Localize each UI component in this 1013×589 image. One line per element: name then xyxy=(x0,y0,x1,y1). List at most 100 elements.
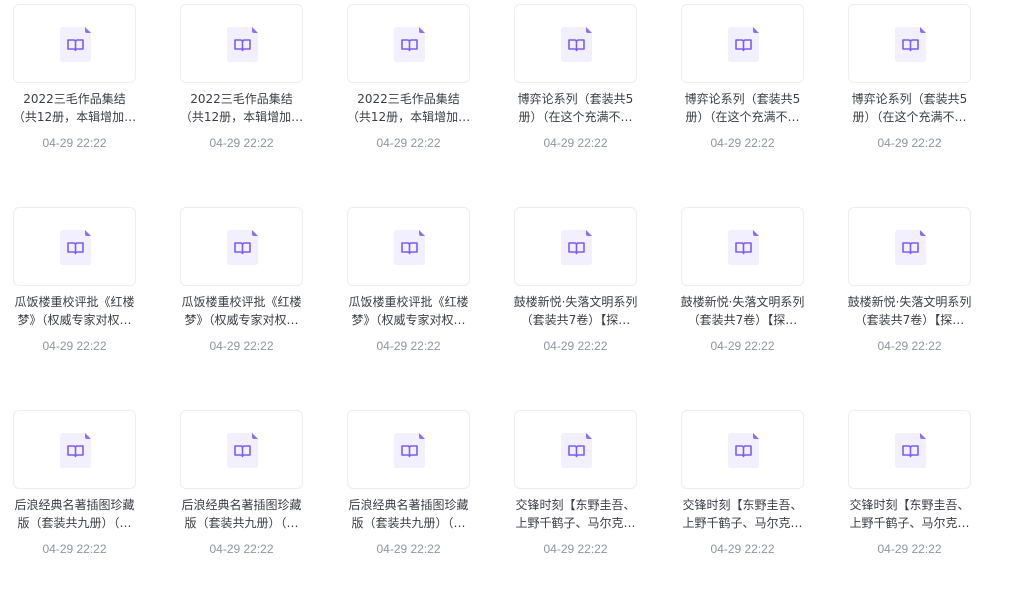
file-tile-13[interactable]: 后浪经典名著插图珍藏 版（套装共九册）（… 04-29 22:22 xyxy=(9,409,140,589)
book-file-icon xyxy=(561,230,592,265)
file-name[interactable]: 2022三毛作品集结 （共12册，本辑增加… xyxy=(9,91,140,126)
file-tile-11[interactable]: 鼓楼新悦·失落文明系列 （套装共7卷）【探… 04-29 22:22 xyxy=(677,206,808,386)
file-modified-time: 04-29 22:22 xyxy=(376,542,441,556)
file-tile-18[interactable]: 交锋时刻【东野圭吾、 上野千鹤子、马尔克… 04-29 22:22 xyxy=(844,409,975,589)
file-tile-9[interactable]: 瓜饭楼重校评批《红楼 梦》（权威专家对权… 04-29 22:22 xyxy=(343,206,474,386)
file-thumbnail[interactable] xyxy=(13,207,136,286)
file-name[interactable]: 博弈论系列（套装共5 册）（在这个充满不… xyxy=(844,91,975,126)
file-name-line-1: 鼓楼新悦·失落文明系列 xyxy=(847,295,972,309)
file-modified-time: 04-29 22:22 xyxy=(543,136,608,150)
file-modified-time: 04-29 22:22 xyxy=(42,136,107,150)
file-tile-4[interactable]: 博弈论系列（套装共5 册）（在这个充满不… 04-29 22:22 xyxy=(510,3,641,183)
file-name[interactable]: 后浪经典名著插图珍藏 版（套装共九册）（… xyxy=(343,497,474,532)
file-modified-time: 04-29 22:22 xyxy=(877,542,942,556)
file-modified-time: 04-29 22:22 xyxy=(42,542,107,556)
file-thumbnail[interactable] xyxy=(13,4,136,83)
file-name-line-1: 交锋时刻【东野圭吾、 xyxy=(682,498,803,512)
file-modified-time: 04-29 22:22 xyxy=(209,339,274,353)
file-name[interactable]: 鼓楼新悦·失落文明系列 （套装共7卷）【探… xyxy=(510,294,641,329)
file-tile-2[interactable]: 2022三毛作品集结 （共12册，本辑增加… 04-29 22:22 xyxy=(176,3,307,183)
file-thumbnail[interactable] xyxy=(347,410,470,489)
file-name[interactable]: 后浪经典名著插图珍藏 版（套装共九册）（… xyxy=(176,497,307,532)
file-name[interactable]: 瓜饭楼重校评批《红楼 梦》（权威专家对权… xyxy=(9,294,140,329)
file-name-line-1: 交锋时刻【东野圭吾、 xyxy=(849,498,970,512)
book-file-icon xyxy=(60,230,91,265)
file-tile-6[interactable]: 博弈论系列（套装共5 册）（在这个充满不… 04-29 22:22 xyxy=(844,3,975,183)
file-name-line-2: （共12册，本辑增加… xyxy=(346,109,471,124)
file-tile-7[interactable]: 瓜饭楼重校评批《红楼 梦》（权威专家对权… 04-29 22:22 xyxy=(9,206,140,386)
file-thumbnail[interactable] xyxy=(180,4,303,83)
file-name-line-2: （共12册，本辑增加… xyxy=(179,109,304,124)
file-tile-15[interactable]: 后浪经典名著插图珍藏 版（套装共九册）（… 04-29 22:22 xyxy=(343,409,474,589)
book-file-icon xyxy=(394,27,425,62)
file-tile-10[interactable]: 鼓楼新悦·失落文明系列 （套装共7卷）【探… 04-29 22:22 xyxy=(510,206,641,386)
file-name-line-1: 瓜饭楼重校评批《红楼 xyxy=(348,295,469,309)
file-modified-time: 04-29 22:22 xyxy=(376,339,441,353)
file-tile-12[interactable]: 鼓楼新悦·失落文明系列 （套装共7卷）【探… 04-29 22:22 xyxy=(844,206,975,386)
file-name[interactable]: 交锋时刻【东野圭吾、 上野千鹤子、马尔克… xyxy=(844,497,975,532)
file-modified-time: 04-29 22:22 xyxy=(209,542,274,556)
file-thumbnail[interactable] xyxy=(514,4,637,83)
file-thumbnail[interactable] xyxy=(180,410,303,489)
file-name[interactable]: 博弈论系列（套装共5 册）（在这个充满不… xyxy=(677,91,808,126)
file-tile-8[interactable]: 瓜饭楼重校评批《红楼 梦》（权威专家对权… 04-29 22:22 xyxy=(176,206,307,386)
file-thumbnail[interactable] xyxy=(848,4,971,83)
file-name-line-2: 上野千鹤子、马尔克… xyxy=(515,515,636,530)
book-file-icon xyxy=(728,27,759,62)
file-name-line-1: 瓜饭楼重校评批《红楼 xyxy=(181,295,302,309)
file-thumbnail[interactable] xyxy=(180,207,303,286)
file-thumbnail[interactable] xyxy=(514,207,637,286)
file-modified-time: 04-29 22:22 xyxy=(209,136,274,150)
file-name[interactable]: 2022三毛作品集结 （共12册，本辑增加… xyxy=(343,91,474,126)
file-tile-16[interactable]: 交锋时刻【东野圭吾、 上野千鹤子、马尔克… 04-29 22:22 xyxy=(510,409,641,589)
file-thumbnail[interactable] xyxy=(347,4,470,83)
file-name[interactable]: 瓜饭楼重校评批《红楼 梦》（权威专家对权… xyxy=(176,294,307,329)
file-modified-time: 04-29 22:22 xyxy=(543,542,608,556)
file-thumbnail[interactable] xyxy=(13,410,136,489)
file-name-line-1: 瓜饭楼重校评批《红楼 xyxy=(14,295,135,309)
file-name-line-1: 博弈论系列（套装共5 xyxy=(684,92,801,106)
file-modified-time: 04-29 22:22 xyxy=(877,339,942,353)
file-name[interactable]: 瓜饭楼重校评批《红楼 梦》（权威专家对权… xyxy=(343,294,474,329)
file-thumbnail[interactable] xyxy=(681,4,804,83)
file-name-line-2: 上野千鹤子、马尔克… xyxy=(682,515,803,530)
book-file-icon xyxy=(895,230,926,265)
file-name-line-2: （套装共7卷）【探… xyxy=(520,312,631,327)
file-name[interactable]: 2022三毛作品集结 （共12册，本辑增加… xyxy=(176,91,307,126)
file-thumbnail[interactable] xyxy=(681,207,804,286)
file-modified-time: 04-29 22:22 xyxy=(710,339,775,353)
file-name[interactable]: 交锋时刻【东野圭吾、 上野千鹤子、马尔克… xyxy=(510,497,641,532)
file-tile-14[interactable]: 后浪经典名著插图珍藏 版（套装共九册）（… 04-29 22:22 xyxy=(176,409,307,589)
file-name-line-1: 后浪经典名著插图珍藏 xyxy=(181,498,302,512)
file-tile-5[interactable]: 博弈论系列（套装共5 册）（在这个充满不… 04-29 22:22 xyxy=(677,3,808,183)
file-name-line-2: 梦》（权威专家对权… xyxy=(351,312,466,327)
file-name-line-1: 鼓楼新悦·失落文明系列 xyxy=(513,295,638,309)
file-name-line-1: 鼓楼新悦·失落文明系列 xyxy=(680,295,805,309)
file-thumbnail[interactable] xyxy=(514,410,637,489)
book-file-icon xyxy=(394,433,425,468)
file-name-line-2: 版（套装共九册）（… xyxy=(351,515,466,530)
file-tile-3[interactable]: 2022三毛作品集结 （共12册，本辑增加… 04-29 22:22 xyxy=(343,3,474,183)
file-modified-time: 04-29 22:22 xyxy=(877,136,942,150)
file-thumbnail[interactable] xyxy=(848,207,971,286)
file-name[interactable]: 交锋时刻【东野圭吾、 上野千鹤子、马尔克… xyxy=(677,497,808,532)
file-thumbnail[interactable] xyxy=(848,410,971,489)
file-modified-time: 04-29 22:22 xyxy=(710,542,775,556)
file-thumbnail[interactable] xyxy=(347,207,470,286)
file-grid: 2022三毛作品集结 （共12册，本辑增加… 04-29 22:22 2022三… xyxy=(9,3,975,589)
file-name[interactable]: 鼓楼新悦·失落文明系列 （套装共7卷）【探… xyxy=(677,294,808,329)
file-name-line-2: 梦》（权威专家对权… xyxy=(184,312,299,327)
book-file-icon xyxy=(60,433,91,468)
file-name[interactable]: 鼓楼新悦·失落文明系列 （套装共7卷）【探… xyxy=(844,294,975,329)
file-name[interactable]: 博弈论系列（套装共5 册）（在这个充满不… xyxy=(510,91,641,126)
file-name[interactable]: 后浪经典名著插图珍藏 版（套装共九册）（… xyxy=(9,497,140,532)
file-tile-1[interactable]: 2022三毛作品集结 （共12册，本辑增加… 04-29 22:22 xyxy=(9,3,140,183)
file-modified-time: 04-29 22:22 xyxy=(543,339,608,353)
book-file-icon xyxy=(60,27,91,62)
file-modified-time: 04-29 22:22 xyxy=(42,339,107,353)
file-tile-17[interactable]: 交锋时刻【东野圭吾、 上野千鹤子、马尔克… 04-29 22:22 xyxy=(677,409,808,589)
file-name-line-2: 上野千鹤子、马尔克… xyxy=(849,515,970,530)
file-name-line-1: 博弈论系列（套装共5 xyxy=(851,92,968,106)
file-thumbnail[interactable] xyxy=(681,410,804,489)
file-name-line-2: 册）（在这个充满不… xyxy=(518,109,633,124)
